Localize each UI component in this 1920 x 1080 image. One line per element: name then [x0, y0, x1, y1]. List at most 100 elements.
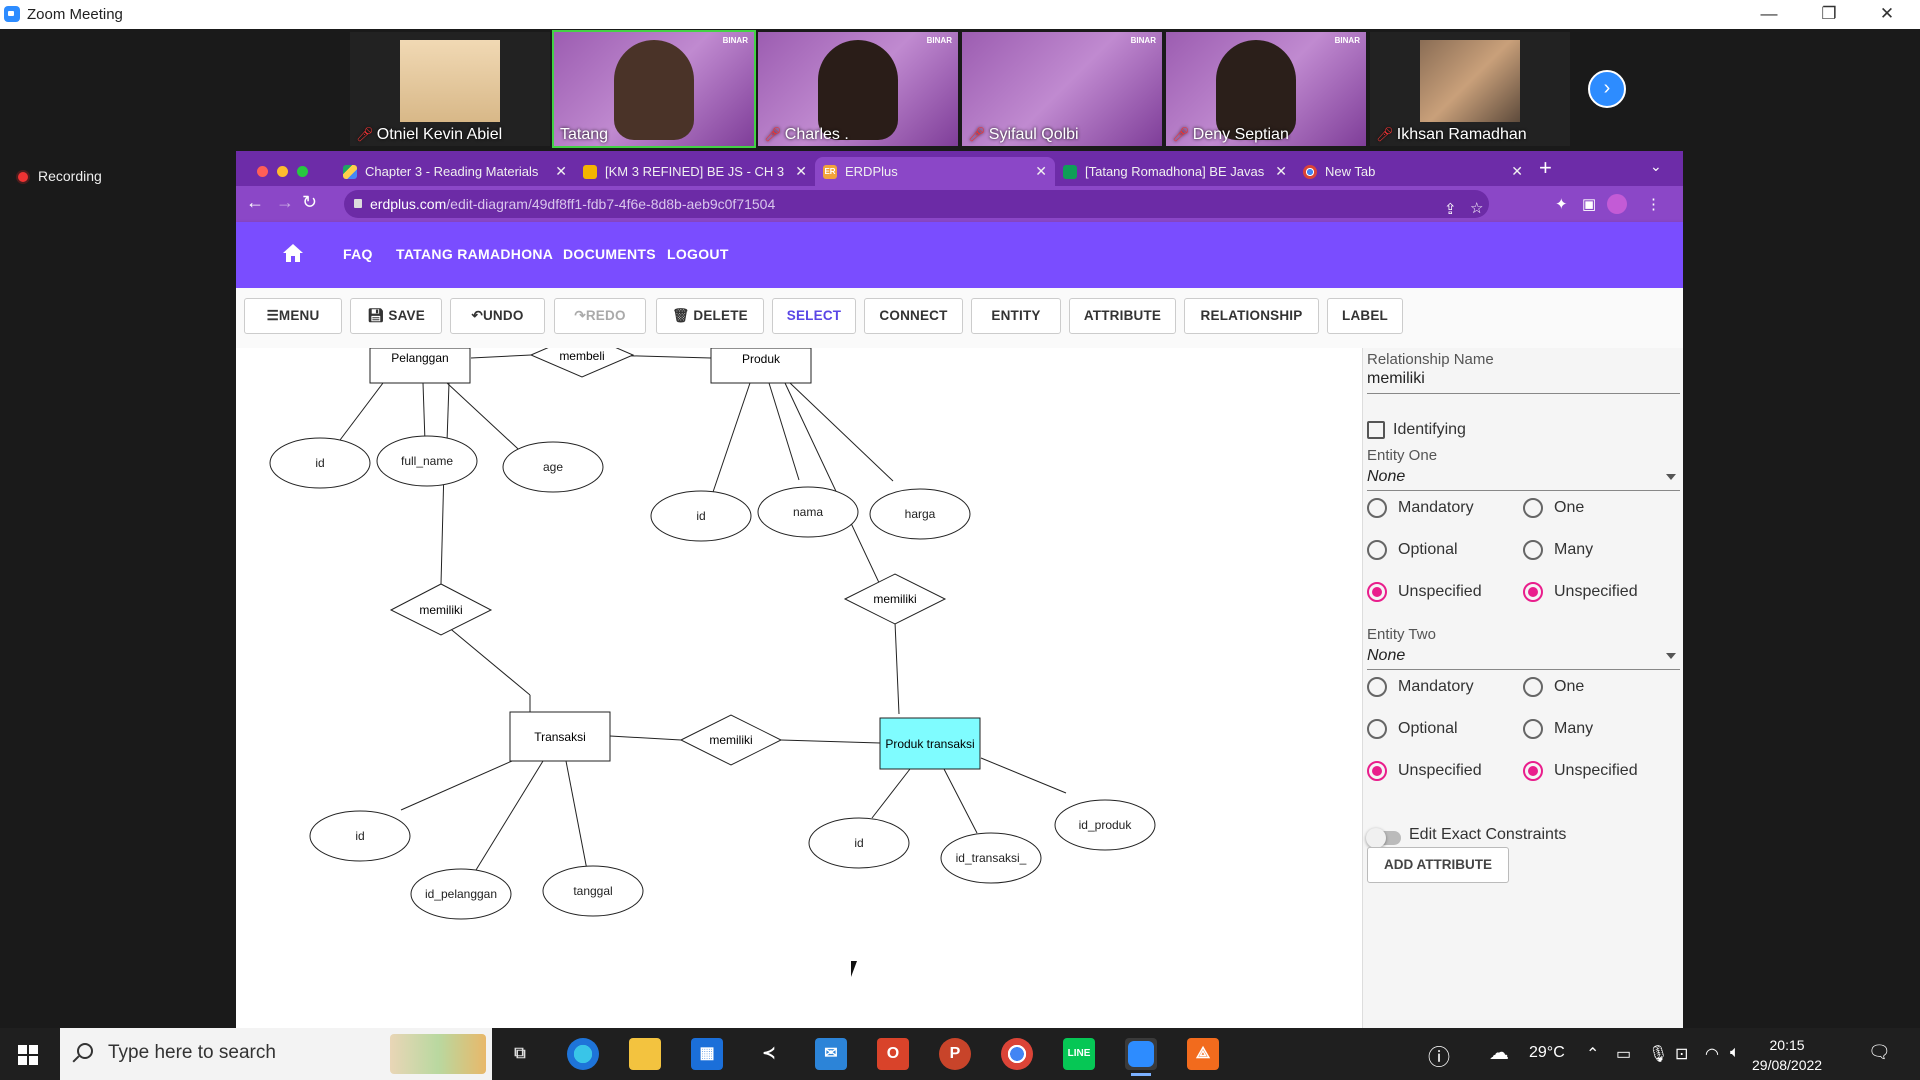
attribute-produk-transaksi-id[interactable]: id	[808, 817, 910, 869]
close-tab-icon[interactable]: ✕	[1275, 157, 1287, 186]
menu-button[interactable]: ☰MENU	[244, 298, 342, 334]
attribute-button[interactable]: ATTRIBUTE	[1069, 298, 1176, 334]
attribute-produk-harga[interactable]: harga	[869, 488, 971, 540]
show-hidden-icons-chevron-icon[interactable]: ⌃	[1586, 1044, 1599, 1064]
chrome-icon[interactable]	[1001, 1038, 1033, 1070]
attribute-produk-id[interactable]: id	[650, 490, 752, 542]
microsoft-store-icon[interactable]: ▦	[691, 1038, 723, 1070]
attribute-pelanggan-age[interactable]: age	[502, 441, 604, 493]
entity-one-many-radio[interactable]: Many	[1523, 539, 1593, 561]
maximize-window-icon[interactable]	[297, 166, 308, 177]
microphone-icon[interactable]: 🎙︎	[1648, 1044, 1668, 1064]
entity-two-optional-radio[interactable]: Optional	[1367, 718, 1458, 740]
minimize-window-icon[interactable]	[277, 166, 288, 177]
close-tab-icon[interactable]: ✕	[1511, 157, 1523, 186]
entity-produk[interactable]: Produk	[710, 348, 812, 384]
tab-erdplus[interactable]: ER ERDPlus ✕	[815, 157, 1055, 186]
tab-drive[interactable]: Chapter 3 - Reading Materials ✕	[335, 157, 575, 186]
extensions-puzzle-icon[interactable]: ✦	[1555, 195, 1568, 213]
entity-pelanggan[interactable]: Pelanggan	[369, 348, 471, 384]
weather-temperature[interactable]: 29°C	[1529, 1044, 1565, 1062]
attribute-transaksi-tanggal[interactable]: tanggal	[542, 865, 644, 917]
entity-one-mandatory-radio[interactable]: Mandatory	[1367, 497, 1474, 519]
next-page-icon[interactable]: ›	[1588, 70, 1626, 108]
entity-two-unspecified-participation-radio[interactable]: Unspecified	[1367, 760, 1482, 782]
office-icon[interactable]: O	[877, 1038, 909, 1070]
participant-tile[interactable]: 🎤︎ Otniel Kevin Abiel	[350, 32, 550, 146]
system-clock[interactable]: 20:15 29/08/2022	[1752, 1035, 1822, 1075]
entity-one-one-radio[interactable]: One	[1523, 497, 1584, 519]
attribute-pelanggan-full-name[interactable]: full_name	[376, 435, 478, 487]
participant-tile-active-speaker[interactable]: BINAR Tatang	[552, 30, 756, 148]
entity-two-select[interactable]: None	[1367, 647, 1680, 665]
back-arrow-icon[interactable]: ←	[246, 192, 264, 213]
close-tab-icon[interactable]: ✕	[555, 157, 567, 186]
powerpoint-icon[interactable]: P	[939, 1038, 971, 1070]
side-panel-icon[interactable]: ▣	[1582, 195, 1596, 213]
attribute-pelanggan-id[interactable]: id	[269, 437, 371, 489]
relationship-button[interactable]: RELATIONSHIP	[1184, 298, 1319, 334]
windows-start-icon[interactable]	[18, 1045, 38, 1065]
apps-icon[interactable]: ⟁	[1187, 1038, 1219, 1070]
weather-cloud-icon[interactable]: ☁	[1489, 1040, 1509, 1065]
edit-exact-constraints-toggle[interactable]	[1366, 828, 1401, 848]
diagram-canvas[interactable]: Pelanggan Produk Transaksi Produk transa…	[236, 348, 1362, 1028]
select-button[interactable]: SELECT	[772, 298, 856, 334]
tab-search-chevron-icon[interactable]: ⌄	[1650, 158, 1662, 175]
edge-icon[interactable]	[567, 1038, 599, 1070]
zoom-icon[interactable]	[1125, 1038, 1157, 1076]
help-icon[interactable]: ⓘ	[1428, 1040, 1450, 1072]
url-field[interactable]: erdplus.com/edit-diagram/49df8ff1-fdb7-4…	[344, 190, 1489, 218]
close-tab-icon[interactable]: ✕	[795, 157, 807, 186]
participant-tile[interactable]: BINAR 🎤︎ Syifaul Qolbi	[962, 32, 1162, 146]
redo-button[interactable]: ↷REDO	[554, 298, 646, 334]
participant-tile[interactable]: 🎤︎ Ikhsan Ramadhan	[1370, 32, 1570, 146]
attribute-produk-nama[interactable]: nama	[757, 486, 859, 538]
attribute-produk-transaksi-id-transaksi[interactable]: id_transaksi_	[940, 832, 1042, 884]
relationship-name-input[interactable]: memiliki	[1367, 370, 1425, 388]
relationship-membeli[interactable]: membeli	[529, 348, 635, 378]
display-icon[interactable]: ⊡	[1675, 1044, 1688, 1064]
tab-new-tab[interactable]: New Tab ✕	[1295, 157, 1531, 186]
close-tab-icon[interactable]: ✕	[1035, 157, 1047, 186]
relationship-memiliki-produk[interactable]: memiliki	[843, 573, 947, 625]
attribute-transaksi-id[interactable]: id	[309, 810, 411, 862]
entity-one-optional-radio[interactable]: Optional	[1367, 539, 1458, 561]
new-tab-icon[interactable]: +	[1539, 155, 1552, 181]
entity-one-select[interactable]: None	[1367, 468, 1680, 486]
battery-icon[interactable]: ▭	[1616, 1044, 1631, 1064]
entity-button[interactable]: ENTITY	[971, 298, 1061, 334]
file-explorer-icon[interactable]	[629, 1038, 661, 1070]
attribute-produk-transaksi-id-produk[interactable]: id_produk	[1054, 799, 1156, 851]
notifications-icon[interactable]: 🗨︎	[1868, 1042, 1891, 1063]
close-icon[interactable]: ✕	[1864, 2, 1910, 26]
add-attribute-button[interactable]: ADD ATTRIBUTE	[1367, 847, 1509, 883]
close-window-icon[interactable]	[257, 166, 268, 177]
volume-icon[interactable]: 🔈︎	[1730, 1044, 1740, 1062]
vscode-icon[interactable]: ≺	[753, 1038, 785, 1070]
delete-button[interactable]: 🗑︎ DELETE	[656, 298, 764, 334]
reload-icon[interactable]: ↻	[302, 192, 317, 213]
label-button[interactable]: LABEL	[1327, 298, 1403, 334]
identifying-checkbox[interactable]	[1367, 421, 1385, 439]
kebab-menu-icon[interactable]: ⋮	[1646, 195, 1661, 213]
participant-tile[interactable]: BINAR 🎤︎ Charles .	[758, 32, 958, 146]
restore-icon[interactable]: ❐	[1806, 2, 1852, 26]
attribute-transaksi-id-pelanggan[interactable]: id_pelanggan	[410, 868, 512, 920]
relationship-memiliki-transaksi[interactable]: memiliki	[679, 714, 783, 766]
save-button[interactable]: 💾︎ SAVE	[350, 298, 442, 334]
minimize-icon[interactable]: —	[1746, 2, 1792, 26]
bookmark-star-icon[interactable]: ☆	[1470, 195, 1483, 223]
participant-tile[interactable]: BINAR 🎤︎ Deny Septian	[1166, 32, 1366, 146]
relationship-memiliki-pelanggan[interactable]: memiliki	[389, 583, 493, 636]
home-icon[interactable]	[282, 243, 304, 263]
entity-two-unspecified-cardinality-radio[interactable]: Unspecified	[1523, 760, 1638, 782]
entity-one-unspecified-participation-radio[interactable]: Unspecified	[1367, 581, 1482, 603]
nav-faq[interactable]: FAQ	[343, 246, 373, 262]
connect-button[interactable]: CONNECT	[864, 298, 963, 334]
er-diagram[interactable]: Pelanggan Produk Transaksi Produk transa…	[236, 348, 1362, 1028]
undo-button[interactable]: ↶UNDO	[450, 298, 545, 334]
entity-transaksi[interactable]: Transaksi	[509, 711, 611, 762]
entity-two-many-radio[interactable]: Many	[1523, 718, 1593, 740]
profile-avatar-icon[interactable]	[1607, 194, 1627, 214]
